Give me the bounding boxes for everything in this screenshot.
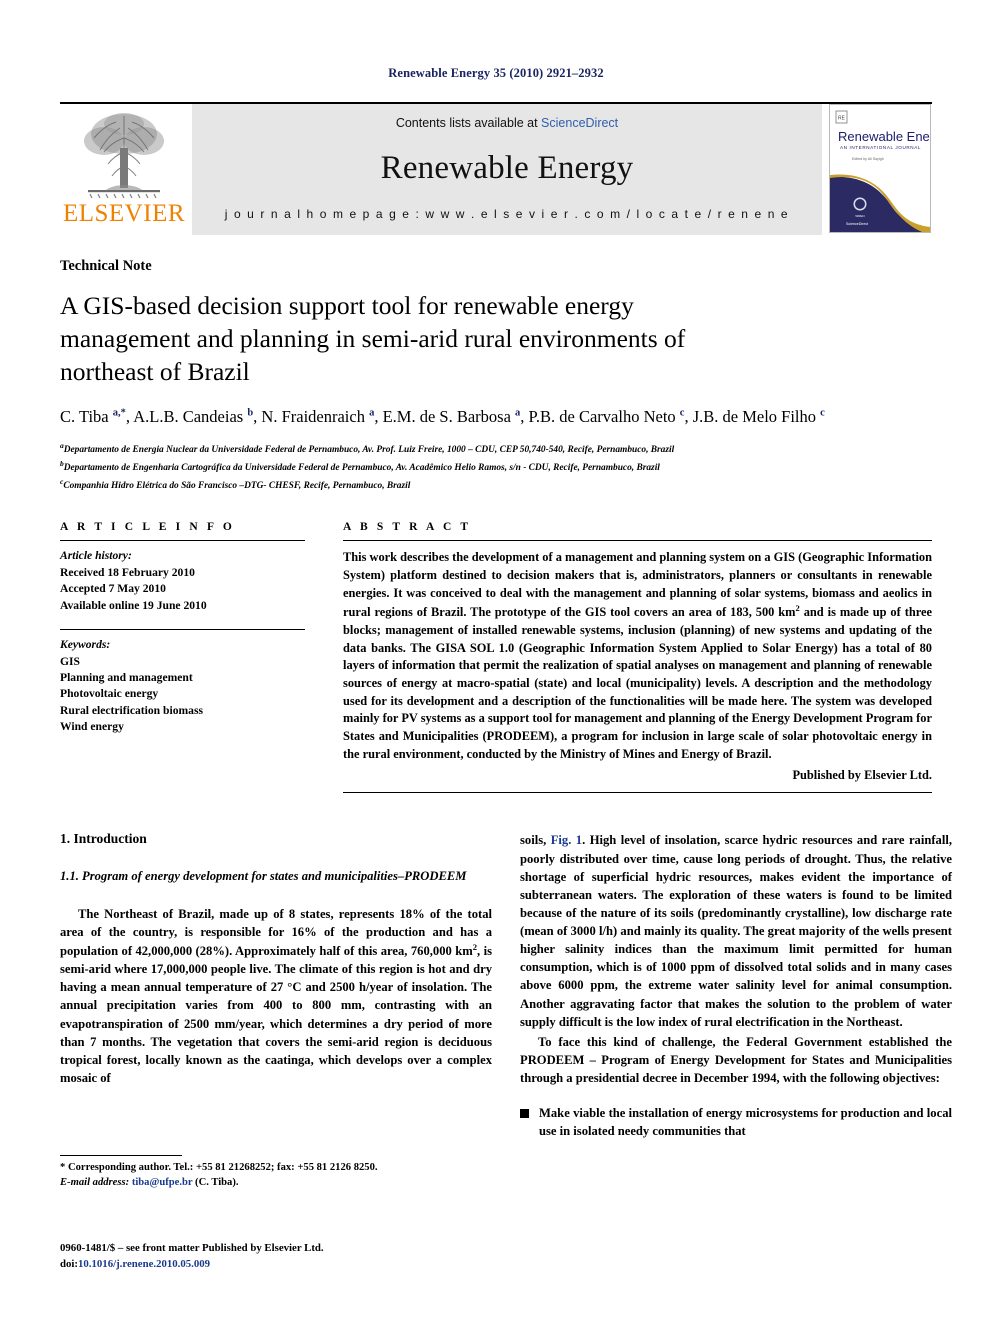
elsevier-tree-icon	[84, 113, 164, 199]
body-paragraph: soils, Fig. 1. High level of insolation,…	[520, 833, 952, 1029]
contents-prefix: Contents lists available at	[395, 116, 542, 130]
affiliation-list: aDepartamento de Energia Nuclear da Univ…	[60, 440, 932, 493]
journal-cover-image: RE Renewable Energy AN INTERNATIONAL JOU…	[829, 104, 931, 233]
article-history-label: Article history:	[60, 549, 132, 563]
history-received: Received 18 February 2010	[60, 565, 195, 579]
email-note: E-mail address: tiba@ufpe.br (C. Tiba).	[60, 1175, 492, 1190]
affiliation-text: Departamento de Energia Nuclear da Unive…	[63, 445, 675, 456]
doi-link[interactable]: 10.1016/j.renene.2010.05.009	[78, 1258, 210, 1270]
article-info-heading: A R T I C L E I N F O	[60, 521, 235, 534]
author-list: C. Tiba a,*, A.L.B. Candeias b, N. Fraid…	[60, 407, 825, 427]
keyword-item: Rural electrification biomass	[60, 703, 203, 717]
journal-band: Contents lists available at ScienceDirec…	[192, 104, 822, 235]
sciencedirect-link[interactable]: ScienceDirect	[541, 116, 618, 130]
running-head: Renewable Energy 35 (2010) 2921–2932	[388, 66, 604, 80]
elsevier-wordmark: ELSEVIER	[62, 200, 186, 227]
svg-text:Edited by Ali Sayigh: Edited by Ali Sayigh	[852, 157, 884, 161]
email-suffix: (C. Tiba).	[192, 1177, 239, 1189]
contents-available-line: Contents lists available at ScienceDirec…	[396, 116, 618, 130]
doi-line: doi:10.1016/j.renene.2010.05.009	[60, 1256, 500, 1272]
abstract-publisher-line: Published by Elsevier Ltd.	[792, 768, 932, 783]
abstract-text: This work describes the development of a…	[343, 550, 932, 761]
list-item-text: Make viable the installation of energy m…	[539, 1106, 952, 1139]
subsection-heading-prodeem: 1.1. Program of energy development for s…	[60, 869, 467, 884]
body-column-left: 1. Introduction 1.1. Program of energy d…	[60, 831, 492, 1140]
info-abstract-region: A R T I C L E I N F O Article history: R…	[60, 521, 932, 794]
affiliation-c: cCompanhia Hidro Elétrica do São Francis…	[60, 476, 932, 494]
email-link[interactable]: tiba@ufpe.br	[132, 1177, 193, 1188]
journal-homepage[interactable]: j o u r n a l h o m e p a g e : w w w . …	[225, 207, 789, 221]
history-online: Available online 19 June 2010	[60, 598, 207, 612]
affiliation-b: bDepartamento de Engenharia Cartográfica…	[60, 458, 932, 476]
abstract-heading: A B S T R A C T	[343, 521, 472, 534]
issn-line: 0960-1481/$ – see front matter Published…	[60, 1242, 324, 1254]
body-paragraph: The Northeast of Brazil, made up of 8 st…	[60, 906, 492, 1085]
affiliation-text: Departamento de Engenharia Cartográfica …	[63, 463, 660, 473]
doi-label: doi:	[60, 1258, 78, 1271]
journal-masthead: ELSEVIER Contents lists available at Sci…	[60, 102, 932, 235]
article-history-block: Article history: Received 18 February 20…	[60, 541, 305, 614]
svg-text:AN INTERNATIONAL JOURNAL: AN INTERNATIONAL JOURNAL	[840, 145, 921, 150]
email-label: E-mail address:	[60, 1177, 130, 1189]
svg-text:WREN: WREN	[855, 214, 864, 218]
article-info-column: A R T I C L E I N F O Article history: R…	[60, 521, 305, 793]
abstract-column: A B S T R A C T This work describes the …	[343, 521, 932, 794]
affiliation-text: Companhia Hidro Elétrica do São Francisc…	[63, 480, 411, 491]
issn-doi-block: 0960-1481/$ – see front matter Published…	[60, 1240, 500, 1272]
keywords-block: Keywords: GIS Planning and management Ph…	[60, 630, 305, 736]
affiliation-a: aDepartamento de Energia Nuclear da Univ…	[60, 440, 932, 458]
list-item: Make viable the installation of energy m…	[520, 1104, 952, 1140]
footnote-divider	[60, 1155, 182, 1156]
keyword-item: GIS	[60, 654, 80, 668]
body-columns: 1. Introduction 1.1. Program of energy d…	[60, 831, 952, 1140]
square-bullet-icon	[520, 1109, 529, 1119]
svg-text:ScienceDirect: ScienceDirect	[846, 222, 868, 226]
svg-text:Renewable Energy: Renewable Energy	[838, 129, 931, 144]
elsevier-logo: ELSEVIER	[60, 104, 188, 235]
footnote-block: * Corresponding author. Tel.: +55 81 212…	[60, 1155, 492, 1191]
divider	[343, 792, 932, 794]
journal-title: Renewable Energy	[380, 150, 634, 186]
journal-cover-thumbnail: RE Renewable Energy AN INTERNATIONAL JOU…	[828, 104, 932, 235]
svg-text:RE: RE	[838, 116, 846, 122]
body-paragraph: To face this kind of challenge, the Fede…	[520, 1034, 952, 1086]
keyword-item: Planning and management	[60, 671, 193, 684]
section-heading-introduction: 1. Introduction	[60, 831, 147, 847]
history-accepted: Accepted 7 May 2010	[60, 582, 166, 596]
article-type: Technical Note	[60, 258, 152, 274]
keyword-item: Photovoltaic energy	[60, 687, 159, 701]
body-column-right: soils, Fig. 1. High level of insolation,…	[520, 831, 952, 1140]
page-title: A GIS-based decision support tool for re…	[60, 291, 686, 387]
keyword-item: Wind energy	[60, 720, 124, 734]
paper-page: Renewable Energy 35 (2010) 2921–2932 ELS…	[0, 0, 992, 1323]
keywords-label: Keywords:	[60, 638, 111, 652]
corresponding-author-note: * Corresponding author. Tel.: +55 81 212…	[60, 1162, 378, 1173]
